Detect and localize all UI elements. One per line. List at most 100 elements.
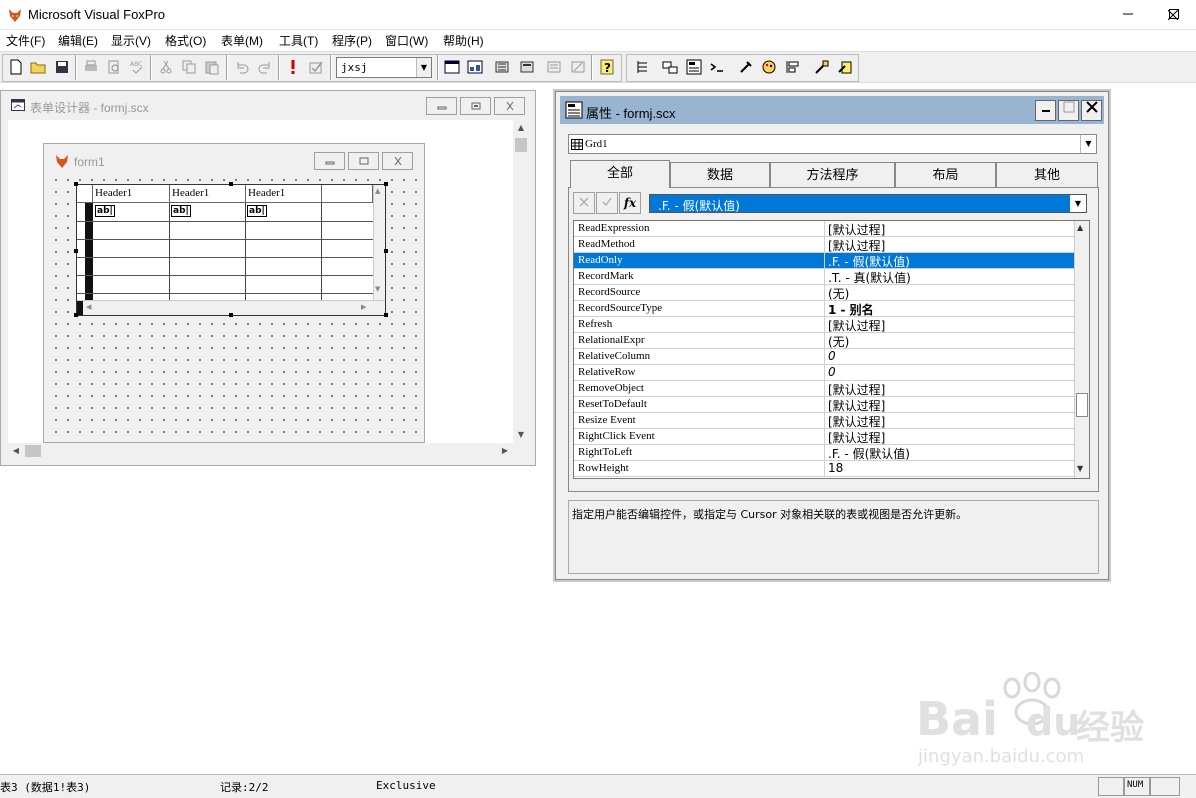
designer-close-button[interactable]	[494, 97, 525, 115]
scroll-down-icon[interactable]: ▼	[513, 427, 529, 443]
form-controls-toolbar-button[interactable]	[735, 56, 756, 78]
scroll-down-icon[interactable]: ▼	[375, 285, 380, 293]
property-row[interactable]: Resize Event [默认过程]	[574, 413, 1074, 429]
view-window-button[interactable]	[464, 56, 485, 78]
scroll-up-icon[interactable]: ▲	[1077, 223, 1083, 232]
scroll-left-icon[interactable]: ◀	[86, 303, 91, 311]
resize-handle[interactable]	[74, 182, 78, 186]
property-row[interactable]: RecordMark .T. - 真(默认值)	[574, 269, 1074, 285]
help-button[interactable]: ?	[596, 56, 617, 78]
property-row[interactable]: RelativeColumn 0	[574, 349, 1074, 365]
properties-window-button[interactable]	[683, 56, 704, 78]
scroll-thumb[interactable]	[515, 138, 527, 152]
menu-form[interactable]: 表单(M)	[221, 32, 263, 49]
autoformat-button[interactable]	[834, 56, 855, 78]
object-combo[interactable]: Grd1 ▼	[568, 134, 1097, 154]
copy-button[interactable]	[178, 56, 199, 78]
tab-other[interactable]: 其他	[996, 162, 1098, 188]
properties-titlebar[interactable]: 属性 - formj.scx	[560, 96, 1104, 124]
property-list-scrollbar[interactable]: ▲ ▼	[1074, 221, 1089, 478]
form1-close-button[interactable]	[382, 152, 413, 170]
chevron-down-icon[interactable]: ▼	[1070, 195, 1086, 212]
menu-help[interactable]: 帮助(H)	[443, 32, 484, 49]
tab-data[interactable]: 数据	[670, 162, 770, 188]
property-row[interactable]: ReadExpression [默认过程]	[574, 221, 1074, 237]
property-row[interactable]: RelationalExpr (无)	[574, 333, 1074, 349]
scroll-up-icon[interactable]: ▲	[513, 120, 529, 136]
run-button[interactable]	[282, 56, 303, 78]
resize-handle[interactable]	[229, 313, 233, 317]
menu-format[interactable]: 格式(O)	[165, 32, 206, 49]
color-palette-button[interactable]	[758, 56, 779, 78]
paste-button[interactable]	[201, 56, 222, 78]
menu-window[interactable]: 窗口(W)	[385, 32, 428, 49]
property-row-selected[interactable]: ReadOnly .F. - 假(默认值)	[574, 253, 1074, 269]
form1-maximize-button[interactable]	[348, 152, 379, 170]
property-row[interactable]: RemoveObject [默认过程]	[574, 381, 1074, 397]
menu-file[interactable]: 文件(F)	[6, 32, 45, 49]
scroll-up-icon[interactable]: ▲	[375, 187, 380, 195]
property-row[interactable]: Refresh [默认过程]	[574, 317, 1074, 333]
properties-minimize-button[interactable]	[1035, 100, 1056, 121]
data-environment-button[interactable]	[659, 56, 680, 78]
new-file-button[interactable]	[5, 56, 26, 78]
grid-header-2[interactable]: Header1	[170, 185, 246, 203]
grid-control[interactable]: Header1 Header1 Header1 ab| ab| ab| ▲ ▼ …	[74, 182, 388, 317]
grid-column-3[interactable]	[246, 203, 322, 300]
autoreport-button[interactable]	[567, 56, 588, 78]
layout-toolbar-button[interactable]	[782, 56, 803, 78]
scroll-thumb[interactable]	[25, 445, 41, 457]
set-tab-order-button[interactable]	[632, 56, 653, 78]
property-value-combo[interactable]: .F. - 假(默认值) ▼	[649, 194, 1087, 213]
menu-tools[interactable]: 工具(T)	[279, 32, 318, 49]
tab-methods[interactable]: 方法程序	[770, 162, 895, 188]
grid-header-1[interactable]: Header1	[93, 185, 170, 203]
grid-column-1[interactable]	[93, 203, 170, 300]
form1-minimize-button[interactable]	[314, 152, 345, 170]
grid-header-3[interactable]: Header1	[246, 185, 322, 203]
cancel-edit-button[interactable]	[573, 192, 595, 214]
code-window-button[interactable]	[706, 56, 727, 78]
chevron-down-icon[interactable]: ▼	[416, 58, 431, 77]
print-button[interactable]	[80, 56, 101, 78]
undo-button[interactable]	[231, 56, 252, 78]
menu-program[interactable]: 程序(P)	[332, 32, 372, 49]
redo-button[interactable]	[254, 56, 275, 78]
property-row[interactable]: ResetToDefault [默认过程]	[574, 397, 1074, 413]
scroll-thumb[interactable]	[1076, 393, 1088, 417]
chevron-down-icon[interactable]: ▼	[1080, 135, 1096, 153]
scroll-right-icon[interactable]: ▶	[361, 303, 366, 311]
spelling-button[interactable]: ABC	[126, 56, 147, 78]
tab-layout[interactable]: 布局	[895, 162, 996, 188]
resize-handle[interactable]	[384, 249, 388, 253]
resize-handle[interactable]	[229, 182, 233, 186]
close-button[interactable]	[1150, 0, 1196, 30]
resize-handle[interactable]	[74, 249, 78, 253]
accept-edit-button[interactable]	[596, 192, 618, 214]
resize-handle[interactable]	[384, 182, 388, 186]
property-row[interactable]: RelativeRow 0	[574, 365, 1074, 381]
property-row[interactable]: RecordSource (无)	[574, 285, 1074, 301]
grid-vertical-scrollbar[interactable]: ▲ ▼	[373, 185, 385, 300]
menu-view[interactable]: 显示(V)	[111, 32, 151, 49]
resize-handle[interactable]	[74, 313, 78, 317]
scroll-left-icon[interactable]: ◀	[8, 443, 24, 459]
print-preview-button[interactable]	[103, 56, 124, 78]
property-row[interactable]: RightClick Event [默认过程]	[574, 429, 1074, 445]
autoform-button[interactable]	[543, 56, 564, 78]
menu-edit[interactable]: 编辑(E)	[58, 32, 98, 49]
database-combo[interactable]: jxsj ▼	[336, 57, 432, 78]
open-button[interactable]	[27, 56, 48, 78]
designer-horizontal-scrollbar[interactable]: ◀ ▶	[8, 443, 513, 459]
properties-maximize-button[interactable]	[1058, 100, 1079, 121]
form1-titlebar[interactable]: form1	[44, 144, 424, 174]
property-row[interactable]: RowHeight 18	[574, 461, 1074, 477]
minimize-button[interactable]	[1105, 0, 1151, 30]
resize-handle[interactable]	[384, 313, 388, 317]
form-wizard-button[interactable]	[491, 56, 512, 78]
cut-button[interactable]	[155, 56, 176, 78]
command-window-button[interactable]	[441, 56, 462, 78]
form-designer-titlebar[interactable]: 表单设计器 - formj.scx	[1, 91, 535, 119]
property-row[interactable]: RecordSourceType 1 - 别名	[574, 301, 1074, 317]
property-row[interactable]: ReadMethod [默认过程]	[574, 237, 1074, 253]
